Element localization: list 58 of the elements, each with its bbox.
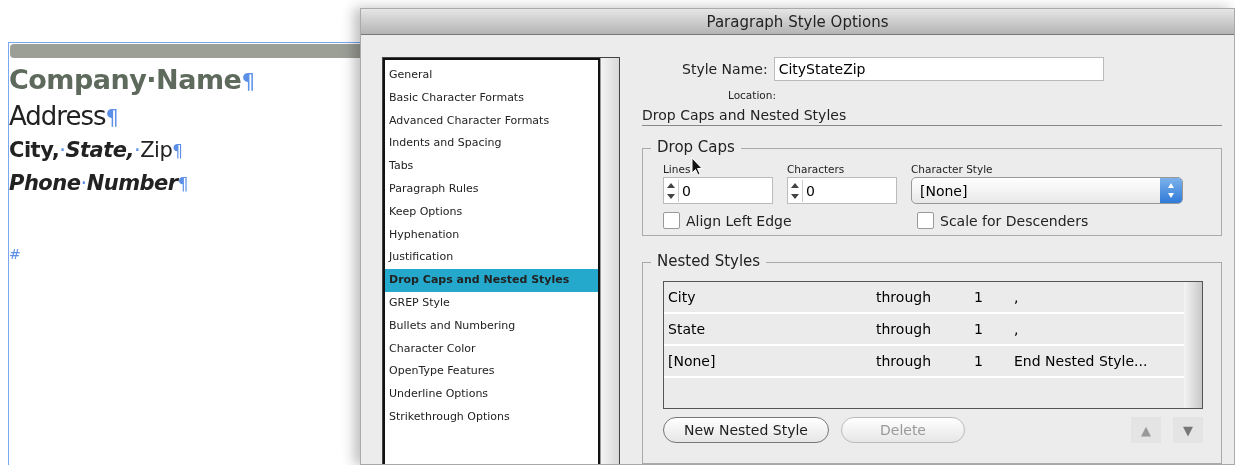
table-cell-text: through bbox=[876, 353, 932, 369]
category-item[interactable]: Tabs bbox=[385, 155, 598, 178]
table-cell-text: through bbox=[876, 289, 932, 305]
table-cell-text: State bbox=[668, 321, 707, 337]
table-cell-text: End Nested Style... bbox=[1014, 353, 1149, 369]
table-cell-text: 1 bbox=[974, 353, 984, 369]
stepper-icon[interactable] bbox=[664, 179, 679, 202]
dropdown-arrows-icon[interactable] bbox=[1160, 178, 1182, 203]
category-item[interactable]: Underline Options bbox=[385, 383, 598, 406]
style-name-field[interactable]: CityStateZip bbox=[773, 57, 1104, 81]
field-label: Characters bbox=[787, 163, 845, 175]
group-title: Drop Caps bbox=[651, 138, 741, 156]
scrollbar[interactable] bbox=[1184, 282, 1202, 408]
document-text-line: Company·Name¶ bbox=[9, 63, 255, 97]
category-item[interactable]: Advanced Character Formats bbox=[385, 109, 598, 133]
table-cell-text: 1 bbox=[974, 321, 984, 337]
table-cell-text: through bbox=[876, 321, 932, 337]
document-text-line: Phone·Number¶ bbox=[9, 170, 188, 197]
table-cell-text: , bbox=[1014, 289, 1020, 305]
category-item[interactable]: Justification bbox=[385, 246, 598, 270]
category-item[interactable]: Character Color bbox=[385, 337, 598, 361]
dialog-button[interactable]: New Nested Style bbox=[663, 417, 829, 443]
stepper-icon[interactable] bbox=[788, 179, 803, 202]
document-text-line: Address¶ bbox=[9, 100, 118, 133]
checkbox[interactable] bbox=[663, 212, 680, 229]
category-item[interactable]: Hyphenation bbox=[385, 223, 598, 247]
category-item[interactable]: Bullets and Numbering bbox=[385, 314, 598, 338]
field-label: Character Style bbox=[911, 163, 993, 175]
table-cell-text: [None] bbox=[668, 353, 717, 369]
location-label: Location: bbox=[728, 89, 776, 101]
category-item[interactable]: Keep Options bbox=[385, 200, 598, 224]
checkbox[interactable] bbox=[917, 212, 934, 229]
end-of-story-mark: # bbox=[9, 246, 21, 262]
category-item[interactable]: Strikethrough Options bbox=[385, 405, 598, 429]
group-title: Nested Styles bbox=[651, 252, 767, 270]
field-label: Style Name: bbox=[682, 61, 768, 77]
category-item[interactable]: OpenType Features bbox=[385, 360, 598, 384]
category-item[interactable]: Basic Character Formats bbox=[385, 86, 598, 110]
category-item[interactable]: GREP Style bbox=[385, 291, 598, 315]
category-item[interactable]: Indents and Spacing bbox=[385, 132, 598, 156]
category-item[interactable]: Paragraph Rules bbox=[385, 178, 598, 201]
table-cell-text: City bbox=[668, 289, 697, 305]
section-title: Drop Caps and Nested Styles bbox=[642, 103, 1222, 126]
mouse-pointer-icon bbox=[691, 157, 703, 177]
category-item[interactable]: General bbox=[385, 64, 598, 87]
move-down-button[interactable]: ▼ bbox=[1173, 417, 1203, 443]
document-text-line: City,·State,·Zip¶ bbox=[9, 137, 183, 164]
dialog-title: Paragraph Style Options bbox=[361, 9, 1234, 35]
checkbox-label[interactable]: Scale for Descenders bbox=[940, 212, 1089, 229]
table-cell-text: 1 bbox=[974, 289, 984, 305]
field-label: Lines bbox=[663, 163, 691, 175]
scrollbar[interactable] bbox=[600, 58, 619, 464]
checkbox-label[interactable]: Align Left Edge bbox=[686, 212, 792, 229]
table-cell-text: , bbox=[1014, 321, 1020, 337]
number-field[interactable]: 0 bbox=[663, 177, 773, 204]
number-field[interactable]: 0 bbox=[787, 177, 897, 204]
category-item[interactable]: Drop Caps and Nested Styles bbox=[385, 269, 598, 292]
character-style-dropdown[interactable]: [None] bbox=[911, 177, 1183, 204]
